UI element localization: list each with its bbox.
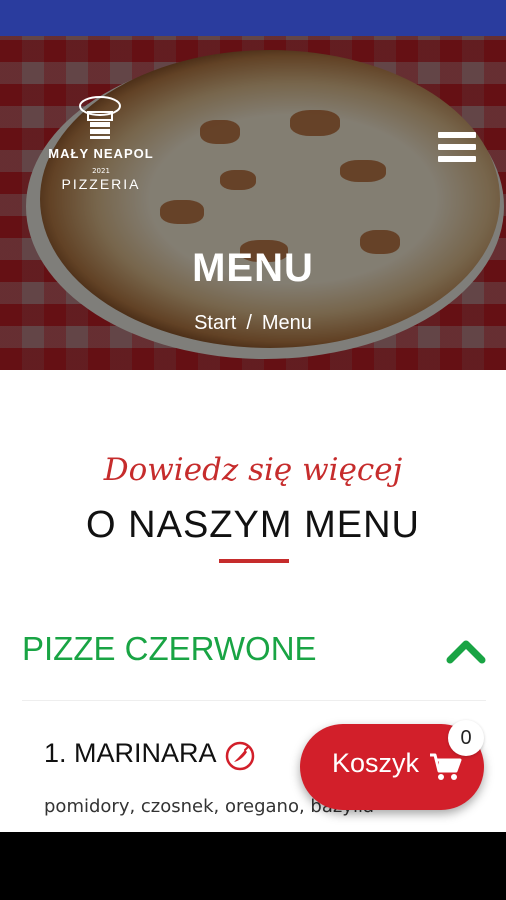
cart-button-label: Koszyk [332, 748, 420, 778]
navigation-bar [0, 832, 506, 900]
cart-icon [430, 753, 462, 780]
logo-year: 2021 [92, 167, 110, 175]
logo[interactable]: MAŁY NEAPOL 2021 PIZZERIA [36, 92, 166, 212]
menu-item-name[interactable]: 1. MARINARA [44, 738, 217, 769]
cart-count-badge: 0 [448, 720, 484, 756]
page-title: MENU [192, 246, 314, 290]
intro-tagline: Dowiedz się więcej [103, 452, 403, 488]
logo-subtitle: PIZZERIA [61, 176, 141, 192]
breadcrumb-current: Menu [261, 312, 312, 334]
chef-hat-logo-icon [79, 96, 121, 139]
menu-hamburger-icon[interactable] [438, 132, 476, 166]
hero-banner: MAŁY NEAPOL 2021 PIZZERIA MENU Start / Men… [0, 36, 506, 370]
status-bar [0, 0, 506, 36]
breadcrumb-separator: / [246, 312, 252, 334]
breadcrumb: Start / Menu [0, 312, 506, 335]
logo-brand-name: MAŁY NEAPOL [48, 146, 154, 161]
category-divider [22, 700, 486, 701]
title-underline [219, 559, 289, 563]
section-title: O NASZYM MENU [86, 504, 420, 546]
category-accordion-header[interactable]: PIZZE CZERWONE [22, 628, 486, 678]
chevron-up-icon[interactable] [446, 638, 486, 664]
breadcrumb-home-link[interactable]: Start [194, 312, 236, 334]
category-name: PIZZE CZERWONE [22, 630, 317, 667]
chili-pepper-icon [225, 741, 255, 771]
